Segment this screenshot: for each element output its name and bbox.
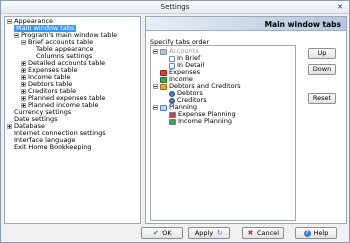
settings-tree[interactable]: Appearance Main window tabs Program's ma…: [4, 16, 141, 224]
income-icon: [160, 76, 167, 83]
checkmark-icon: ✔: [152, 228, 159, 237]
expand-icon[interactable]: [21, 61, 26, 66]
panel-title: Main window tabs: [264, 20, 341, 29]
apply-label: Apply: [194, 229, 214, 237]
up-button[interactable]: Up: [308, 48, 336, 59]
collapse-icon[interactable]: [14, 33, 19, 38]
help-label: Help: [313, 229, 329, 237]
list-item-income-planning[interactable]: Income Planning: [169, 118, 232, 125]
collapse-icon[interactable]: [7, 19, 12, 24]
planning-icon: [160, 104, 167, 111]
ok-button[interactable]: ✔ OK: [141, 227, 183, 239]
collapse-icon[interactable]: [153, 49, 158, 54]
apply-button[interactable]: Apply ↻: [188, 227, 230, 239]
expand-icon[interactable]: [7, 124, 12, 129]
collapse-icon[interactable]: [153, 105, 158, 110]
expand-icon[interactable]: [21, 68, 26, 73]
close-icon[interactable]: ✕: [334, 3, 346, 12]
cancel-button[interactable]: ✖ Cancel: [242, 227, 284, 239]
list-item-label: Income Planning: [178, 117, 232, 125]
document-icon: [169, 55, 175, 62]
expand-icon[interactable]: [21, 89, 26, 94]
help-button[interactable]: ? Help: [295, 227, 337, 239]
expand-icon[interactable]: [21, 96, 26, 101]
expand-icon[interactable]: [21, 75, 26, 80]
cancel-icon: ✖: [247, 228, 254, 237]
title-bar: Settings ✕: [1, 1, 349, 14]
panel-header: Main window tabs: [146, 17, 346, 31]
tabs-order-list[interactable]: Accounts In Brief In Detail Expenses Inc…: [150, 45, 296, 221]
planning-expense-icon: [169, 111, 176, 118]
apply-icon: ↻: [216, 228, 223, 237]
expenses-icon: [160, 69, 167, 76]
settings-content-panel: Main window tabs Specify tabs order Acco…: [145, 16, 347, 224]
settings-window: Settings ✕ Appearance Main window tabs P…: [0, 0, 350, 243]
tree-item-exit-home-bookkeeping[interactable]: Exit Home Bookkeeping: [14, 144, 92, 151]
collapse-icon[interactable]: [21, 40, 26, 45]
planning-income-icon: [169, 118, 176, 125]
debtors-creditors-icon: [160, 83, 167, 90]
collapse-icon[interactable]: [153, 84, 158, 89]
help-icon: ?: [303, 229, 311, 237]
expand-icon[interactable]: [21, 82, 26, 87]
user-icon: [169, 90, 175, 97]
ok-label: OK: [162, 229, 172, 237]
reset-button[interactable]: Reset: [308, 93, 336, 104]
tree-item-label: Exit Home Bookkeeping: [14, 143, 92, 151]
cancel-label: Cancel: [256, 229, 280, 237]
window-title: Settings: [160, 3, 190, 11]
down-button[interactable]: Down: [308, 64, 336, 75]
accounts-icon: [160, 48, 167, 55]
